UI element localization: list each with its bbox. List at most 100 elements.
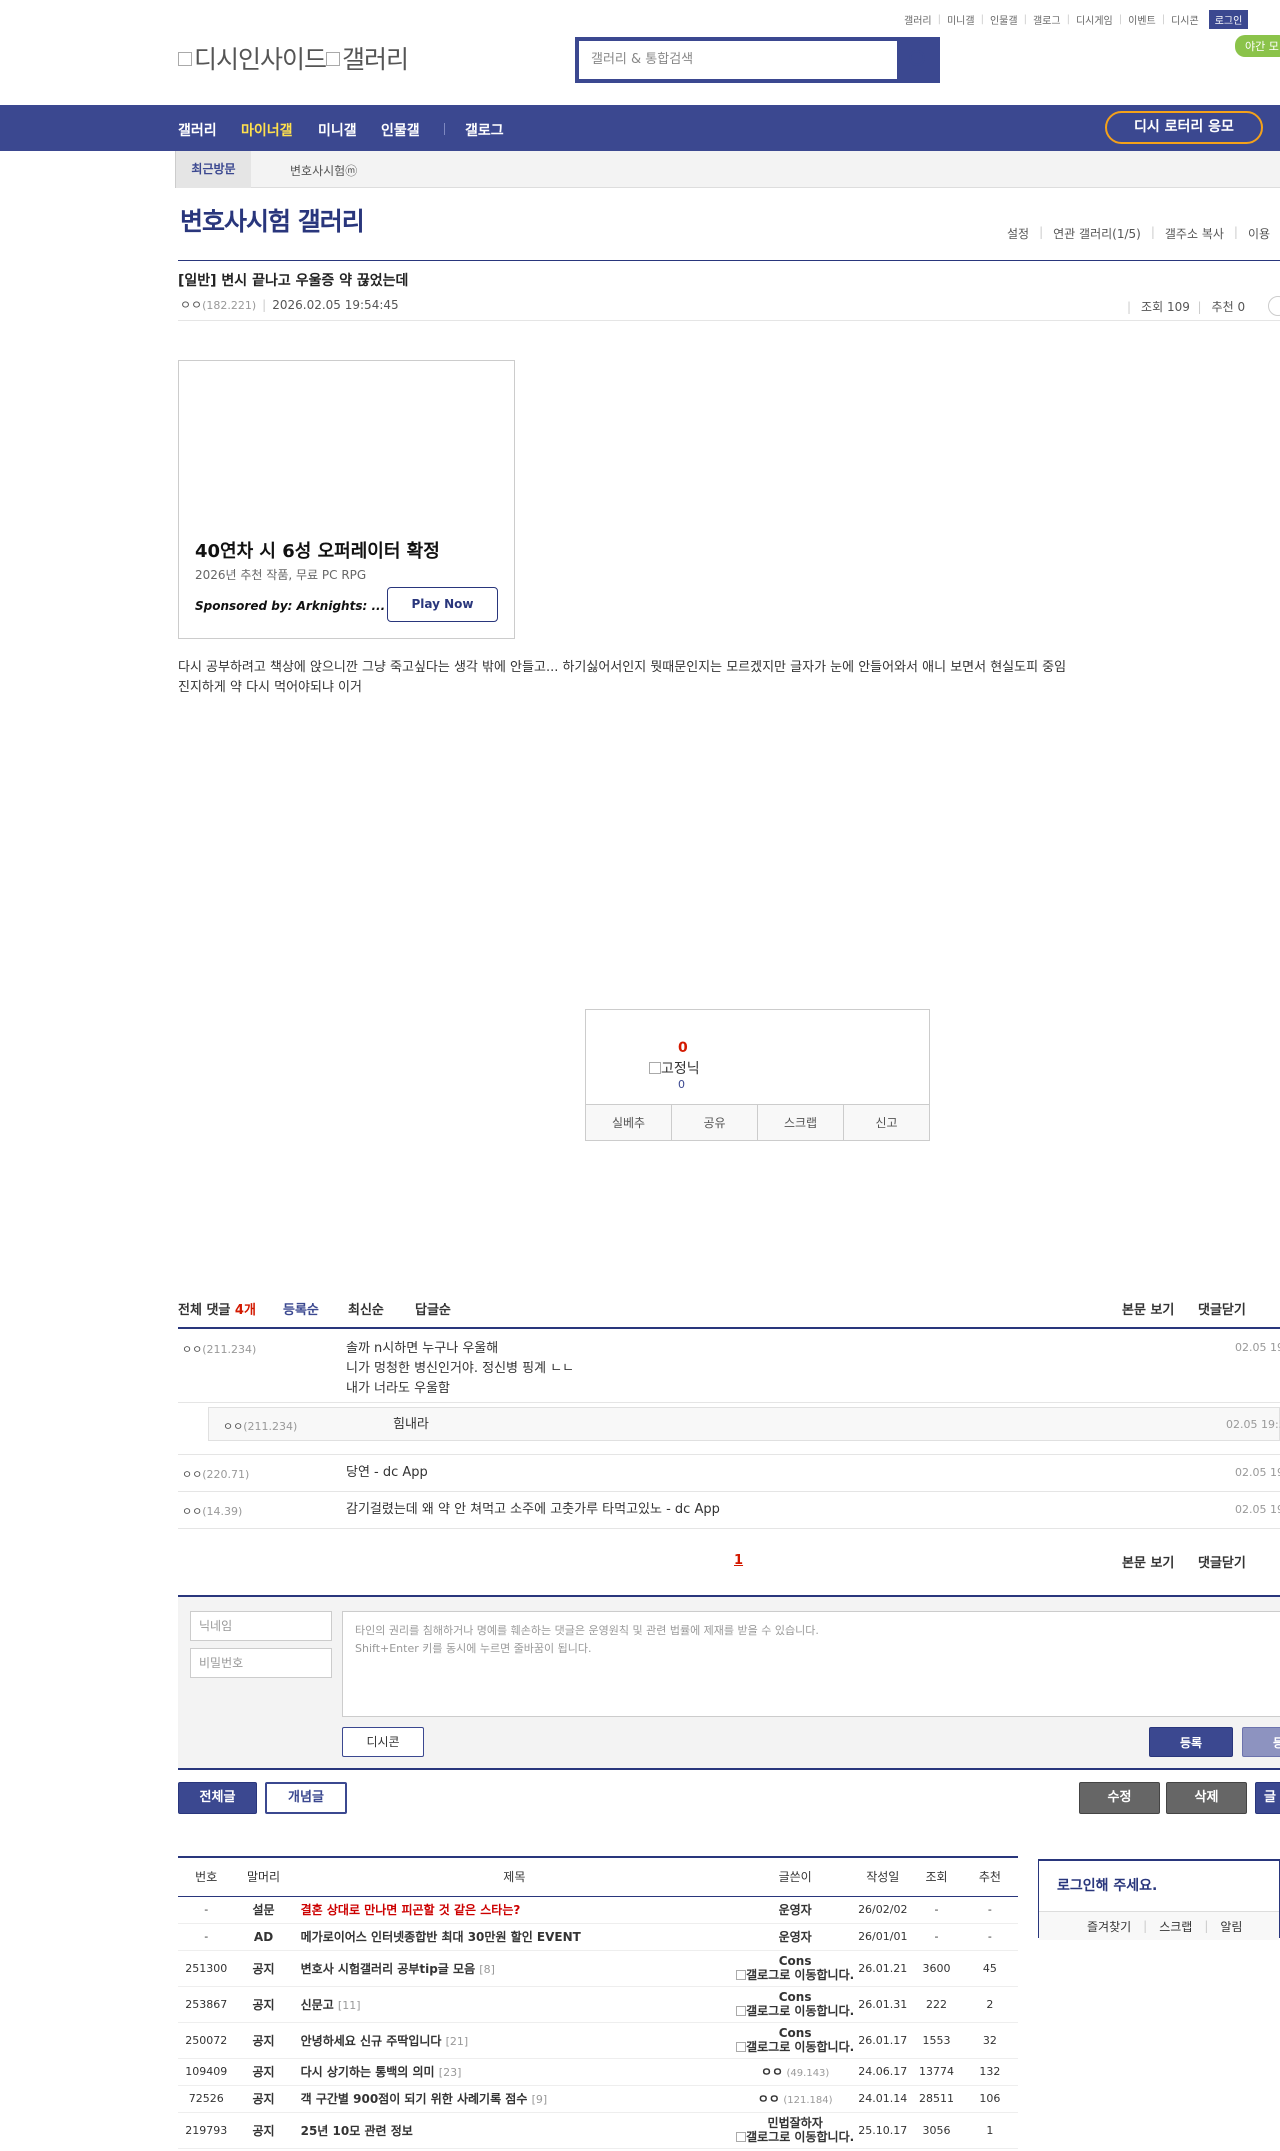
notification-link[interactable]: 알림 <box>1208 1918 1254 1935</box>
nav-minor-gallery[interactable]: 마이너갤 <box>241 120 293 140</box>
writer-nick[interactable]: Cons <box>736 1954 854 1968</box>
writer-nick[interactable]: 운영자 <box>779 1930 812 1944</box>
writer-nick[interactable]: ㅇㅇ <box>761 2065 783 2079</box>
gallog-link[interactable]: 갤로그로 이동합니다. <box>746 1968 854 1982</box>
row-subject-text[interactable]: 다시 상기하는 통백의 의미 <box>301 2065 435 2079</box>
row-subject[interactable]: 결혼 상대로 만나면 피곤할 것 같은 스타는? <box>292 1896 737 1924</box>
writer-nick[interactable]: 운영자 <box>779 1903 812 1917</box>
util-link-gallery[interactable]: 갤러리 <box>904 12 932 27</box>
gallery-title[interactable]: 변호사시험 갤러리 <box>180 202 365 238</box>
table-row[interactable]: 219793 공지 25년 10모 관련 정보 민법잘하자 갤로그로 이동합니다. 25… <box>178 2112 1018 2149</box>
util-link-dccon[interactable]: 디시콘 <box>1171 12 1199 27</box>
page-link-current[interactable]: 1 <box>734 1553 743 1568</box>
table-row[interactable]: 109409 공지 다시 상기하는 통백의 의미 [23] ㅇㅇ (49.143) 24… <box>178 2058 1018 2086</box>
writer-nick[interactable]: 민법잘하자 <box>736 2116 854 2130</box>
write-button[interactable]: 글 <box>1255 1782 1280 1814</box>
row-subject[interactable]: 25년 10모 관련 정보 <box>292 2112 737 2149</box>
row-reply-count[interactable]: [8] <box>479 1963 495 1976</box>
comment-nick[interactable]: ㅇㅇ(211.234) <box>182 1341 256 1357</box>
row-subject[interactable]: 신문고 [11] <box>292 1986 737 2023</box>
gallog-link[interactable]: 갤로그로 이동합니다. <box>746 2040 854 2054</box>
edit-button[interactable]: 수정 <box>1079 1782 1160 1814</box>
row-reply-count[interactable]: [11] <box>338 1999 361 2012</box>
close-comments-button[interactable]: 댓글닫기 <box>1198 1299 1246 1318</box>
util-link-event[interactable]: 이벤트 <box>1128 12 1156 27</box>
comment-count-icon[interactable] <box>1268 296 1280 316</box>
view-body-button[interactable]: 본문 보기 <box>1122 1299 1174 1318</box>
table-row[interactable]: 253867 공지 신문고 [11] Cons 갤로그로 이동합니다. 26.01.31 2… <box>178 1986 1018 2023</box>
row-subject[interactable]: 다시 상기하는 통백의 의미 [23] <box>292 2058 737 2086</box>
row-subject-text[interactable]: 안녕하세요 신규 주딱입니다 <box>301 2034 442 2048</box>
row-subject-text[interactable]: 25년 10모 관련 정보 <box>301 2124 413 2138</box>
login-button[interactable]: 로그인 <box>1208 10 1249 29</box>
writer-name[interactable]: Cons 갤로그로 이동합니다. <box>736 1954 854 1982</box>
scrap-button[interactable]: 스크랩 <box>758 1105 844 1140</box>
writer-name[interactable]: 민법잘하자 갤로그로 이동합니다. <box>736 2116 854 2144</box>
report-button[interactable]: 신고 <box>844 1105 929 1140</box>
password-field[interactable]: 비밀번호 <box>190 1648 332 1678</box>
favorites-link[interactable]: 즐겨찾기 <box>1039 1918 1143 1935</box>
search-input[interactable]: 갤러리 & 통합검색 <box>579 41 897 79</box>
ad-play-button[interactable]: Play Now <box>387 587 498 622</box>
row-subject[interactable]: 메가로이어스 인터넷종합반 최대 30만원 할인 EVENT <box>292 1923 737 1951</box>
util-link-person[interactable]: 인물갤 <box>990 12 1018 27</box>
site-logo[interactable]: 디시인사이드 갤러리 <box>178 40 409 76</box>
writer-nick[interactable]: Cons <box>736 2026 854 2040</box>
search-button[interactable] <box>897 37 940 83</box>
close-comments-button[interactable]: 댓글닫기 <box>1198 1552 1246 1571</box>
row-subject[interactable]: 변호사 시험갤러리 공부tip글 모음 [8] <box>292 1950 737 1987</box>
writer-nick[interactable]: Cons <box>736 1990 854 2004</box>
all-posts-button[interactable]: 전체글 <box>178 1782 257 1814</box>
ad-banner[interactable]: 40연차 시 6성 오퍼레이터 확정 2026년 추천 작품, 무료 PC RP… <box>178 360 515 639</box>
sort-reply[interactable]: 답글순 <box>415 1299 451 1318</box>
gallog-link[interactable]: 갤로그로 이동합니다. <box>746 2130 854 2144</box>
comment-nick[interactable]: ㅇㅇ(220.71) <box>182 1466 249 1482</box>
delete-button[interactable]: 삭제 <box>1166 1782 1247 1814</box>
view-body-button[interactable]: 본문 보기 <box>1122 1552 1174 1571</box>
row-subject-text[interactable]: 객 구간별 900점이 되기 위한 사례기록 점수 <box>301 2092 528 2106</box>
util-link-gallog[interactable]: 갤로그 <box>1033 12 1061 27</box>
row-reply-count[interactable]: [9] <box>532 2093 548 2106</box>
submit-recommend-button[interactable]: 등록 <box>1242 1727 1280 1757</box>
comment-nick[interactable]: ㅇㅇ(14.39) <box>182 1503 242 1519</box>
comment-textarea[interactable]: 타인의 권리를 침해하거나 명예를 훼손하는 댓글은 운영원칙 및 관련 법률에… <box>342 1611 1280 1717</box>
table-row[interactable]: - AD 메가로이어스 인터넷종합반 최대 30만원 할인 EVENT 운영자 26/… <box>178 1923 1018 1951</box>
row-subject[interactable]: 객 구간별 900점이 되기 위한 사례기록 점수 [9] <box>292 2085 737 2113</box>
scrap-link[interactable]: 스크랩 <box>1147 1918 1204 1935</box>
nav-person-gallery[interactable]: 인물갤 <box>381 120 420 140</box>
util-link-game[interactable]: 디시게임 <box>1076 12 1113 27</box>
table-row[interactable]: - 설문 결혼 상대로 만나면 피곤할 것 같은 스타는? 운영자 26/02/02-… <box>178 1896 1018 1924</box>
writer-nick[interactable]: ㅇㅇ <box>758 2092 780 2106</box>
submit-button[interactable]: 등록 <box>1149 1727 1233 1757</box>
post-author[interactable]: ㅇㅇ <box>180 298 202 312</box>
login-prompt[interactable]: 로그인해 주세요. <box>1057 1875 1157 1895</box>
row-subject-text[interactable]: 결혼 상대로 만나면 피곤할 것 같은 스타는? <box>301 1903 521 1917</box>
recent-visit-item[interactable]: 변호사시험ⓜ <box>290 162 357 179</box>
usage-link[interactable]: 이용 <box>1248 225 1270 242</box>
dccon-button[interactable]: 디시콘 <box>342 1727 424 1757</box>
related-gallery-link[interactable]: 연관 갤러리(1/5) <box>1053 225 1141 242</box>
nav-gallery[interactable]: 갤러리 <box>178 120 217 140</box>
nav-gallog[interactable]: 갤로그 <box>465 120 504 140</box>
concept-posts-button[interactable]: 개념글 <box>265 1782 347 1814</box>
gallery-settings-link[interactable]: 설정 <box>1007 225 1029 242</box>
table-row[interactable]: 72526 공지 객 구간별 900점이 되기 위한 사례기록 점수 [9] ㅇㅇ (… <box>178 2085 1018 2113</box>
nickname-field[interactable]: 닉네임 <box>190 1611 332 1641</box>
best-recommend-button[interactable]: 실베추 <box>586 1105 672 1140</box>
table-row[interactable]: 250072 공지 안녕하세요 신규 주딱입니다 [21] Cons 갤로그로 이동합니… <box>178 2022 1018 2059</box>
gallog-link[interactable]: 갤로그로 이동합니다. <box>746 2004 854 2018</box>
sort-latest[interactable]: 최신순 <box>348 1299 384 1318</box>
lottery-button[interactable]: 디시 로터리 응모 <box>1105 111 1263 144</box>
writer-name[interactable]: Cons 갤로그로 이동합니다. <box>736 1990 854 2018</box>
writer-name[interactable]: Cons 갤로그로 이동합니다. <box>736 2026 854 2054</box>
row-reply-count[interactable]: [21] <box>446 2035 469 2048</box>
night-mode-button[interactable]: 야간 모 <box>1235 35 1280 57</box>
fixed-nick-recommend-button[interactable]: 고정닉 <box>649 1058 700 1078</box>
share-button[interactable]: 공유 <box>672 1105 758 1140</box>
table-row[interactable]: 251300 공지 변호사 시험갤러리 공부tip글 모음 [8] Cons 갤로그로 … <box>178 1950 1018 1987</box>
util-link-minor[interactable]: 미니갤 <box>947 12 975 27</box>
row-subject-text[interactable]: 메가로이어스 인터넷종합반 최대 30만원 할인 EVENT <box>301 1930 581 1944</box>
copy-address-link[interactable]: 갤주소 복사 <box>1165 225 1224 242</box>
sort-registered[interactable]: 등록순 <box>283 1299 319 1318</box>
row-subject-text[interactable]: 변호사 시험갤러리 공부tip글 모음 <box>301 1962 476 1976</box>
